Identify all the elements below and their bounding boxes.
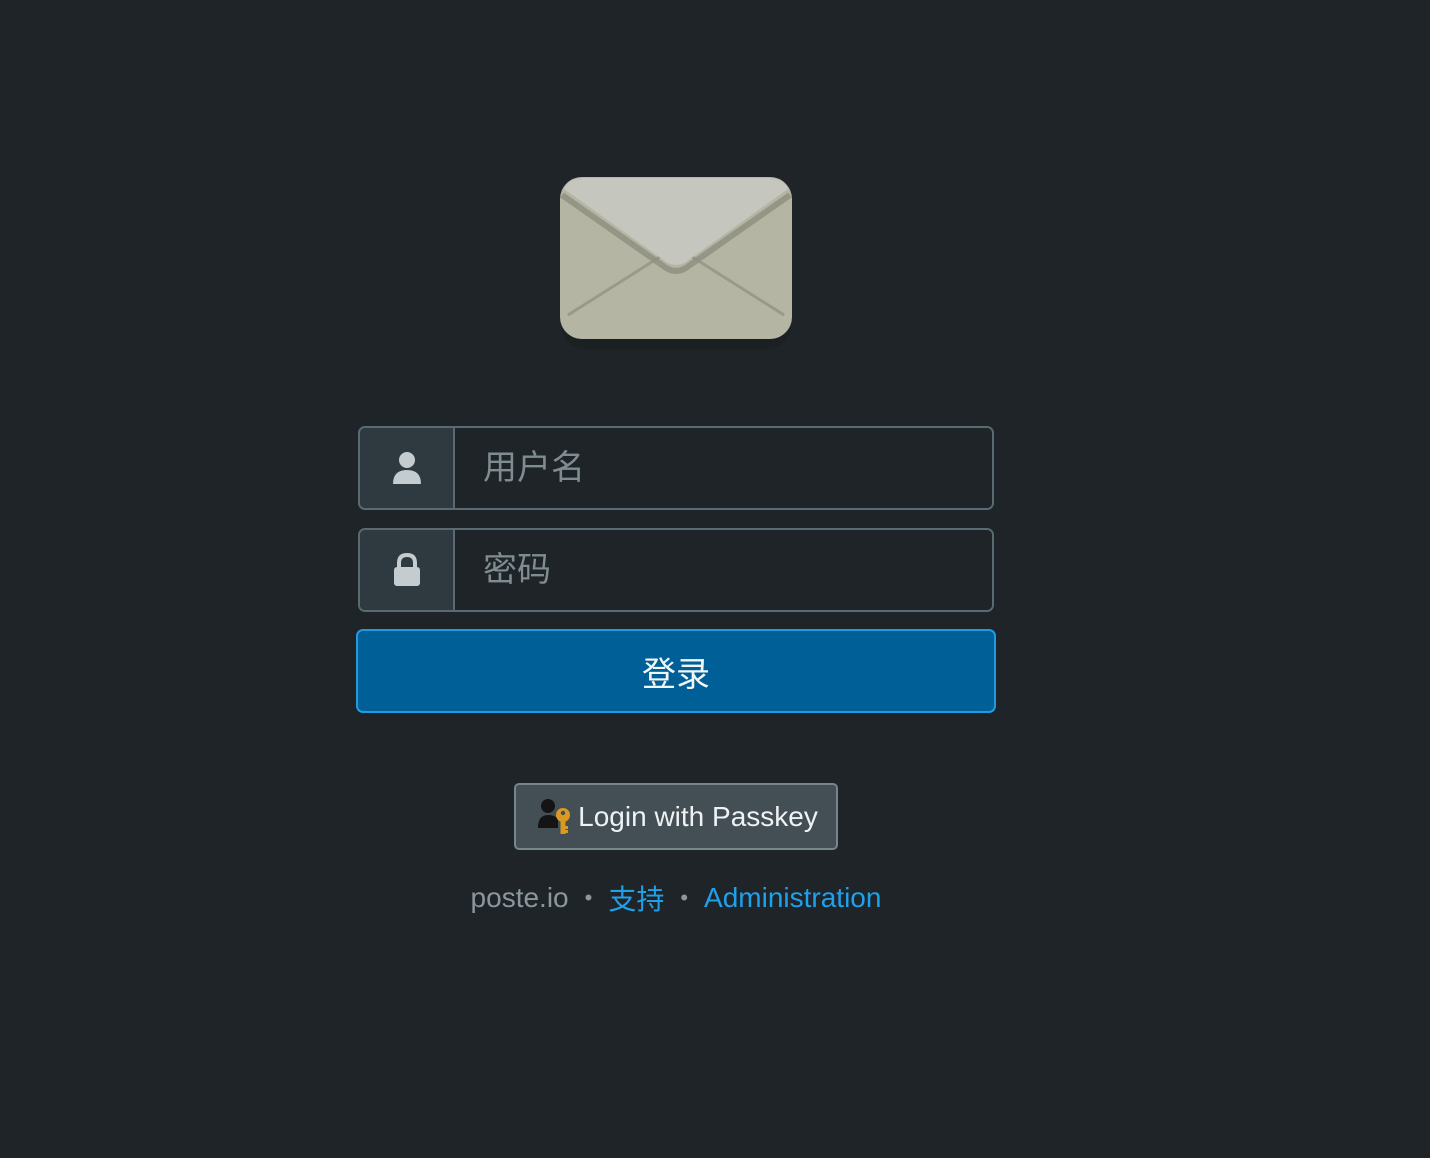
- footer-links: poste.io • 支持 • Administration: [0, 876, 1352, 920]
- password-input[interactable]: [455, 530, 992, 610]
- separator: •: [584, 885, 593, 910]
- passkey-login-button[interactable]: Login with Passkey: [514, 783, 838, 850]
- separator: •: [680, 885, 689, 910]
- passkey-button-label: Login with Passkey: [578, 800, 818, 832]
- lock-icon: [360, 530, 455, 610]
- username-field-group: [358, 426, 994, 510]
- username-input[interactable]: [455, 428, 992, 508]
- user-key-icon: [538, 798, 572, 836]
- support-link[interactable]: 支持: [608, 878, 664, 918]
- login-page: 登录 Login with Passkey poste.io • 支持 • Ad…: [0, 0, 1430, 1158]
- administration-link[interactable]: Administration: [704, 882, 881, 914]
- login-button[interactable]: 登录: [356, 629, 996, 713]
- password-field-group: [358, 528, 994, 612]
- envelope-icon: [558, 175, 794, 353]
- user-icon: [360, 428, 455, 508]
- brand-name: poste.io: [470, 882, 569, 913]
